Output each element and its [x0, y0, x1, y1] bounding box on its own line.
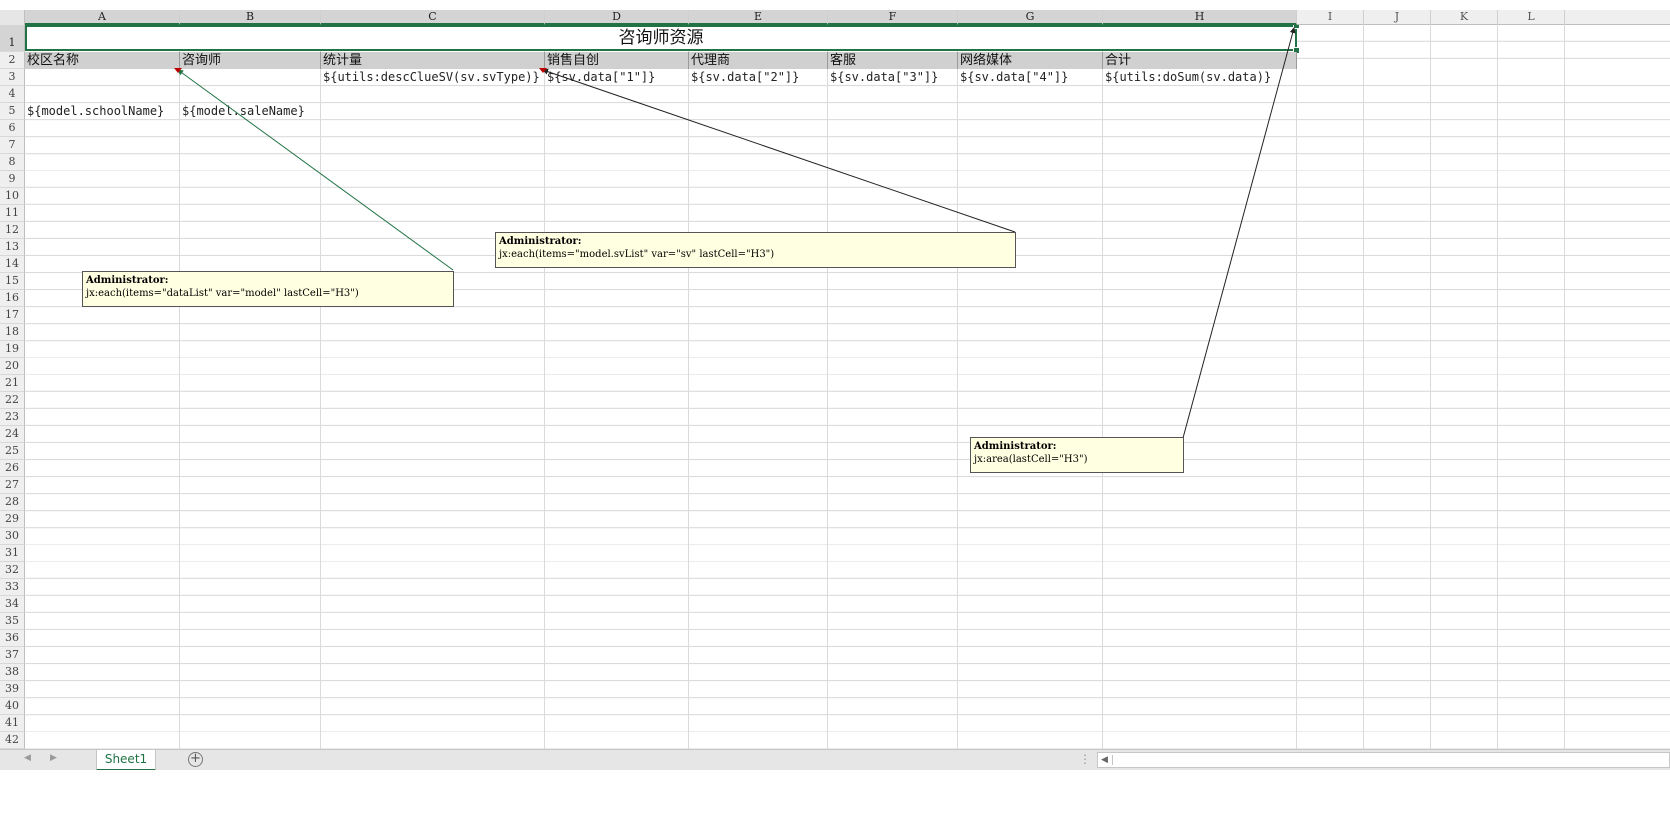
comment-connectors [174, 27, 1296, 439]
comment-text: jx:each(items="dataList" var="model" las… [86, 288, 359, 299]
comment-text: jx:each(items="model.svList" var="sv" la… [499, 249, 775, 260]
comment-box-3[interactable]: Administrator: jx:area(lastCell="H3") [970, 437, 1184, 473]
sheet-tab-sheet1[interactable]: Sheet1 [96, 750, 156, 771]
spreadsheet-window: A B C D E F G H I J K L 1 2 3 4 5 6 7 8 9 10 11 12 1… [0, 0, 1670, 813]
comment-arrow-2 [542, 68, 1016, 233]
tab-splitter-icon[interactable]: ⋮ [1079, 752, 1091, 766]
comment-author: Administrator: [499, 236, 582, 247]
next-sheet-icon[interactable]: ▶ [50, 753, 57, 763]
add-sheet-icon[interactable]: + [188, 752, 203, 767]
prev-sheet-icon[interactable]: ◀ [24, 753, 31, 763]
comment-arrow-1 [177, 69, 454, 271]
comment-arrow-3 [1182, 27, 1296, 439]
scroll-left-icon[interactable]: ◀ [1101, 753, 1108, 767]
comment-author: Administrator: [974, 441, 1057, 452]
comment-box-1[interactable]: Administrator: jx:each(items="dataList" … [82, 271, 454, 307]
sheet-tab-bar: ◀ ▶ Sheet1 + ⋮ ◀ [0, 749, 1670, 771]
horizontal-scrollbar[interactable]: ◀ [1097, 752, 1670, 768]
comment-text: jx:area(lastCell="H3") [974, 454, 1088, 465]
scroll-thumb[interactable] [1112, 755, 1669, 765]
comment-author: Administrator: [86, 275, 169, 286]
comment-box-2[interactable]: Administrator: jx:each(items="model.svLi… [495, 232, 1016, 268]
status-area [0, 770, 1670, 813]
